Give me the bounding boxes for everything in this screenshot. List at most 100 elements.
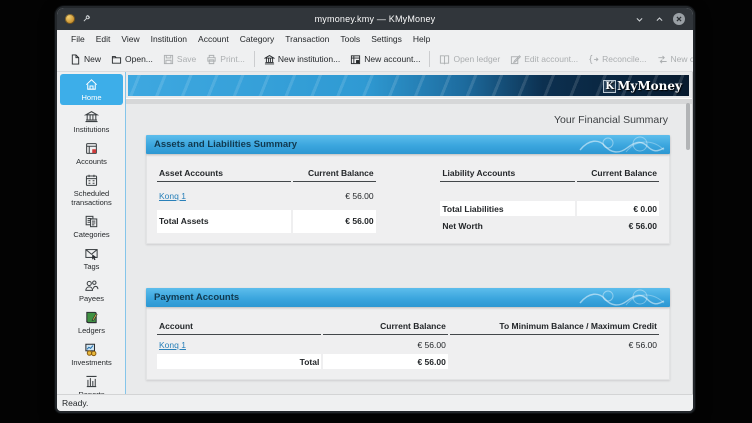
save-icon bbox=[163, 54, 174, 65]
open-button[interactable]: Open... bbox=[106, 52, 158, 67]
main-area: Home Institutions Accounts Scheduled tra… bbox=[57, 72, 693, 394]
total-liabilities-row: Total Liabilities € 0.00 bbox=[440, 201, 659, 216]
menu-institution[interactable]: Institution bbox=[146, 33, 192, 45]
print-button[interactable]: Print... bbox=[201, 52, 250, 67]
sidebar-item-home[interactable]: Home bbox=[60, 74, 123, 105]
open-ledger-button[interactable]: Open ledger bbox=[434, 52, 505, 67]
edit-icon bbox=[510, 54, 521, 65]
investments-icon bbox=[84, 342, 99, 357]
menu-view[interactable]: View bbox=[116, 33, 144, 45]
bank-icon bbox=[264, 54, 275, 65]
sidebar: Home Institutions Accounts Scheduled tra… bbox=[57, 72, 126, 394]
sidebar-item-investments[interactable]: Investments bbox=[60, 339, 123, 370]
menu-settings[interactable]: Settings bbox=[366, 33, 407, 45]
payment-accounts-header: Payment Accounts bbox=[146, 288, 670, 307]
account-name-cell: Konq 1 bbox=[157, 184, 291, 208]
close-button[interactable] bbox=[673, 13, 685, 25]
accounts-icon bbox=[84, 141, 99, 156]
net-worth-value-cell: € 56.00 bbox=[577, 218, 659, 233]
new-account-button[interactable]: New account... bbox=[345, 52, 425, 67]
maximize-button[interactable] bbox=[653, 13, 666, 26]
menu-account[interactable]: Account bbox=[193, 33, 234, 45]
payees-icon bbox=[84, 278, 99, 293]
new-account-icon bbox=[350, 54, 361, 65]
minimize-button[interactable] bbox=[633, 13, 646, 26]
liability-accounts-table: Liability Accounts Current Balance Total… bbox=[438, 164, 661, 235]
min-max-cell: € 56.00 bbox=[450, 337, 659, 352]
reconcile-icon bbox=[588, 54, 599, 65]
empty-cell bbox=[450, 354, 659, 369]
scrollbar-thumb[interactable] bbox=[686, 103, 690, 150]
account-link-konq1[interactable]: Konq 1 bbox=[159, 191, 186, 201]
kmymoney-logo: KMyMoney bbox=[603, 80, 682, 92]
account-link-konq1[interactable]: Konq 1 bbox=[159, 340, 186, 350]
kmymoney-app-icon bbox=[65, 14, 75, 24]
menu-file[interactable]: File bbox=[66, 33, 90, 45]
sidebar-item-tags[interactable]: Tags bbox=[60, 243, 123, 274]
toolbar: New Open... Save Print... New institutio… bbox=[57, 47, 693, 72]
account-balance-cell: € 56.00 bbox=[293, 184, 375, 208]
payment-accounts-body: Account Current Balance To Minimum Balan… bbox=[146, 307, 670, 380]
total-label-cell: Total Liabilities bbox=[440, 201, 574, 216]
column-header: Asset Accounts bbox=[157, 166, 291, 182]
column-header: Account bbox=[157, 319, 321, 335]
menubar: File Edit View Institution Account Categ… bbox=[57, 30, 693, 47]
total-value-cell: € 56.00 bbox=[323, 354, 448, 369]
column-header: Current Balance bbox=[323, 319, 448, 335]
sidebar-item-scheduled-transactions[interactable]: Scheduled transactions bbox=[60, 170, 123, 210]
menu-transaction[interactable]: Transaction bbox=[280, 33, 334, 45]
column-header: Current Balance bbox=[293, 166, 375, 182]
sidebar-item-payees[interactable]: Payees bbox=[60, 275, 123, 306]
account-balance-cell: € 56.00 bbox=[323, 337, 448, 352]
sidebar-item-reports[interactable]: Reports bbox=[60, 371, 123, 394]
calendar-icon bbox=[84, 173, 99, 188]
sidebar-item-accounts[interactable]: Accounts bbox=[60, 138, 123, 169]
home-icon bbox=[84, 77, 99, 92]
assets-liabilities-header: Assets and Liabilities Summary bbox=[146, 135, 670, 154]
table-header-row: Asset Accounts Current Balance bbox=[157, 166, 376, 182]
window-title: mymoney.kmy — KMyMoney bbox=[185, 14, 565, 24]
vertical-scrollbar[interactable] bbox=[686, 100, 690, 380]
new-credit-transfer-button[interactable]: New credit transfer bbox=[652, 52, 693, 67]
asset-accounts-table: Asset Accounts Current Balance Konq 1 € … bbox=[155, 164, 378, 235]
close-icon bbox=[676, 16, 682, 22]
net-worth-label-cell: Net Worth bbox=[440, 218, 574, 233]
menu-edit[interactable]: Edit bbox=[91, 33, 116, 45]
sidebar-item-institutions[interactable]: Institutions bbox=[60, 106, 123, 137]
total-assets-row: Total Assets € 56.00 bbox=[157, 210, 376, 234]
flourish-decoration-icon bbox=[576, 135, 668, 154]
tags-icon bbox=[84, 246, 99, 261]
menu-category[interactable]: Category bbox=[235, 33, 280, 45]
sidebar-item-categories[interactable]: Categories bbox=[60, 211, 123, 242]
ledgers-icon bbox=[84, 310, 99, 325]
table-header-row: Liability Accounts Current Balance bbox=[440, 166, 659, 182]
column-header: Current Balance bbox=[577, 166, 659, 182]
menu-tools[interactable]: Tools bbox=[335, 33, 365, 45]
toolbar-separator bbox=[429, 51, 430, 67]
assets-liabilities-body: Asset Accounts Current Balance Konq 1 € … bbox=[146, 154, 670, 244]
sidebar-item-ledgers[interactable]: Ledgers bbox=[60, 307, 123, 338]
status-text: Ready. bbox=[62, 398, 88, 408]
save-button[interactable]: Save bbox=[158, 52, 201, 67]
print-icon bbox=[206, 54, 217, 65]
total-value-cell: € 56.00 bbox=[293, 210, 375, 234]
reports-icon bbox=[84, 374, 99, 389]
total-value-cell: € 0.00 bbox=[577, 201, 659, 216]
new-button[interactable]: New bbox=[65, 52, 106, 67]
account-name-cell: Konq 1 bbox=[157, 337, 321, 352]
toolbar-separator bbox=[254, 51, 255, 67]
table-header-row: Account Current Balance To Minimum Balan… bbox=[157, 319, 659, 335]
new-institution-button[interactable]: New institution... bbox=[259, 52, 345, 67]
titlebar[interactable]: mymoney.kmy — KMyMoney bbox=[57, 8, 693, 30]
statusbar: Ready. bbox=[57, 394, 693, 411]
edit-account-button[interactable]: Edit account... bbox=[505, 52, 583, 67]
transfer-icon bbox=[657, 54, 668, 65]
total-label-cell: Total Assets bbox=[157, 210, 291, 234]
pin-icon[interactable] bbox=[82, 10, 91, 28]
payment-accounts-table: Account Current Balance To Minimum Balan… bbox=[155, 317, 661, 371]
menu-help[interactable]: Help bbox=[408, 33, 435, 45]
reconcile-button[interactable]: Reconcile... bbox=[583, 52, 651, 67]
payment-accounts-section: Payment Accounts Account Current Balance bbox=[146, 288, 670, 380]
assets-liabilities-section: Assets and Liabilities Summary Asset A bbox=[146, 135, 670, 244]
flourish-decoration-icon bbox=[576, 288, 668, 307]
